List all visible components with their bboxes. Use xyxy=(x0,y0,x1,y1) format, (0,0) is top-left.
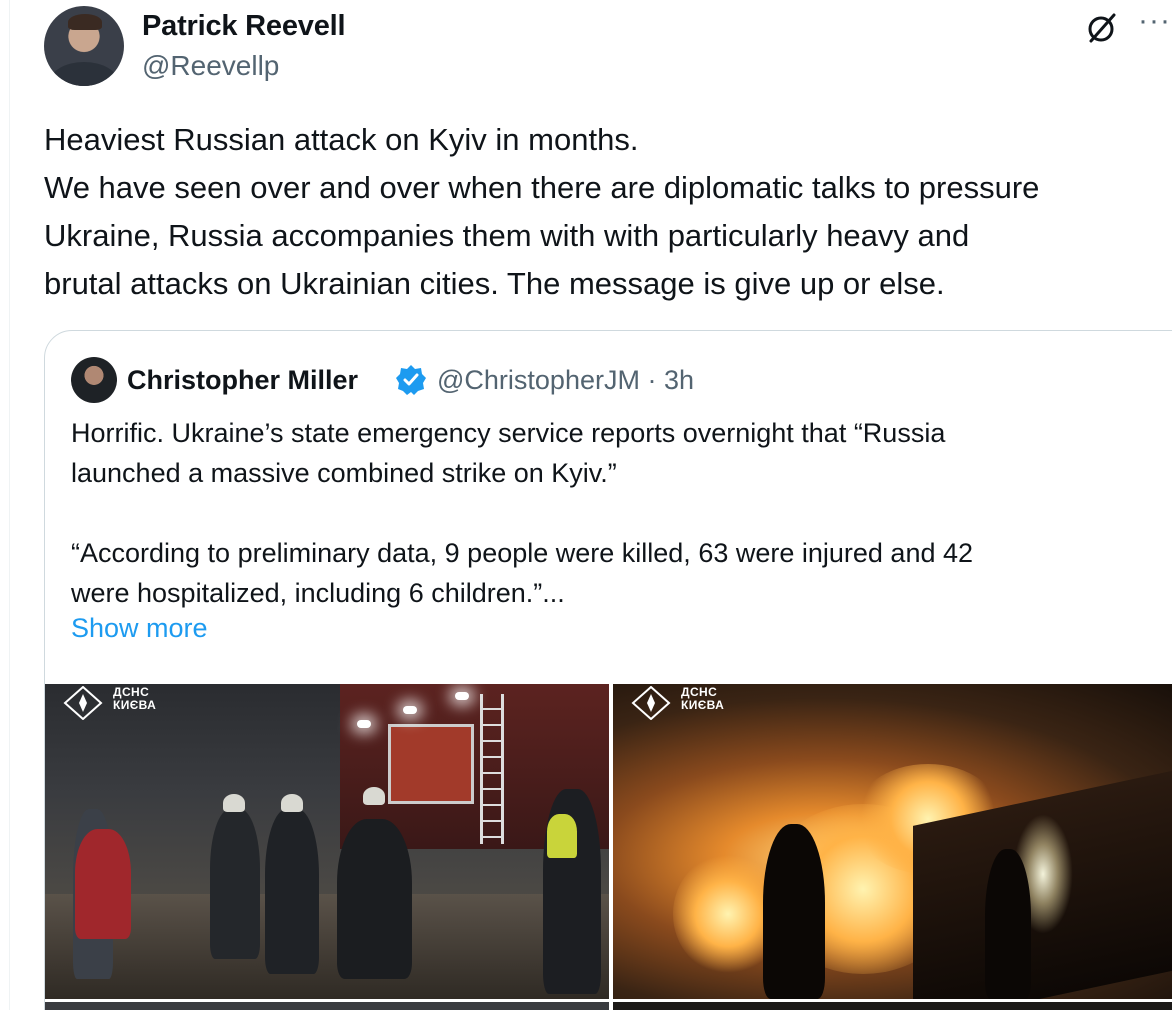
quoted-tweet-text: Horrific. Ukraine’s state emergency serv… xyxy=(71,413,1171,613)
dsns-emblem-icon xyxy=(63,686,103,720)
quoted-line: Horrific. Ukraine’s state emergency serv… xyxy=(71,418,946,448)
media-photo[interactable]: ДСНС КИЄВА xyxy=(613,684,1172,999)
dsns-emblem-icon xyxy=(631,686,671,720)
quoted-line xyxy=(71,493,1171,533)
quoted-author-name[interactable]: Christopher Miller xyxy=(127,365,358,396)
media-photo[interactable] xyxy=(45,1002,609,1010)
dsns-watermark: ДСНС КИЄВА xyxy=(63,686,183,722)
verified-badge-icon xyxy=(395,364,427,396)
dsns-watermark: ДСНС КИЄВА xyxy=(631,686,751,722)
quoted-line: were hospitalized, including 6 children.… xyxy=(71,578,565,608)
badge-line-2: КИЄВА xyxy=(113,698,157,712)
quoted-tweet-card[interactable]: Christopher Miller @ChristopherJM · 3h H… xyxy=(44,330,1172,1010)
show-more-link[interactable]: Show more xyxy=(71,613,208,644)
tweet-line: Ukraine, Russia accompanies them with wi… xyxy=(44,218,970,253)
author-handle[interactable]: @Reevellp xyxy=(142,50,279,82)
quoted-line: launched a massive combined strike on Ky… xyxy=(71,458,617,488)
author-name[interactable]: Patrick Reevell xyxy=(142,10,346,43)
author-avatar[interactable] xyxy=(44,6,124,86)
tweet-detail-view: Patrick Reevell @Reevellp ··· Heaviest R… xyxy=(0,0,1172,1010)
tweet-line: Heaviest Russian attack on Kyiv in month… xyxy=(44,122,639,157)
grok-icon[interactable] xyxy=(1084,10,1120,46)
more-icon[interactable]: ··· xyxy=(1138,6,1172,46)
quoted-author-handle-time[interactable]: @ChristopherJM · 3h xyxy=(437,365,694,396)
badge-line-2: КИЄВА xyxy=(681,698,725,712)
media-photo[interactable] xyxy=(613,1002,1172,1010)
quoted-author-avatar[interactable] xyxy=(71,357,117,403)
tweet-text: Heaviest Russian attack on Kyiv in month… xyxy=(44,116,1170,308)
tweet-line: brutal attacks on Ukrainian cities. The … xyxy=(44,266,945,301)
quoted-line: “According to preliminary data, 9 people… xyxy=(71,538,974,568)
tweet-line: We have seen over and over when there ar… xyxy=(44,170,1040,205)
media-photo[interactable]: ДСНС КИЄВА xyxy=(45,684,609,999)
column-divider xyxy=(0,0,10,1010)
